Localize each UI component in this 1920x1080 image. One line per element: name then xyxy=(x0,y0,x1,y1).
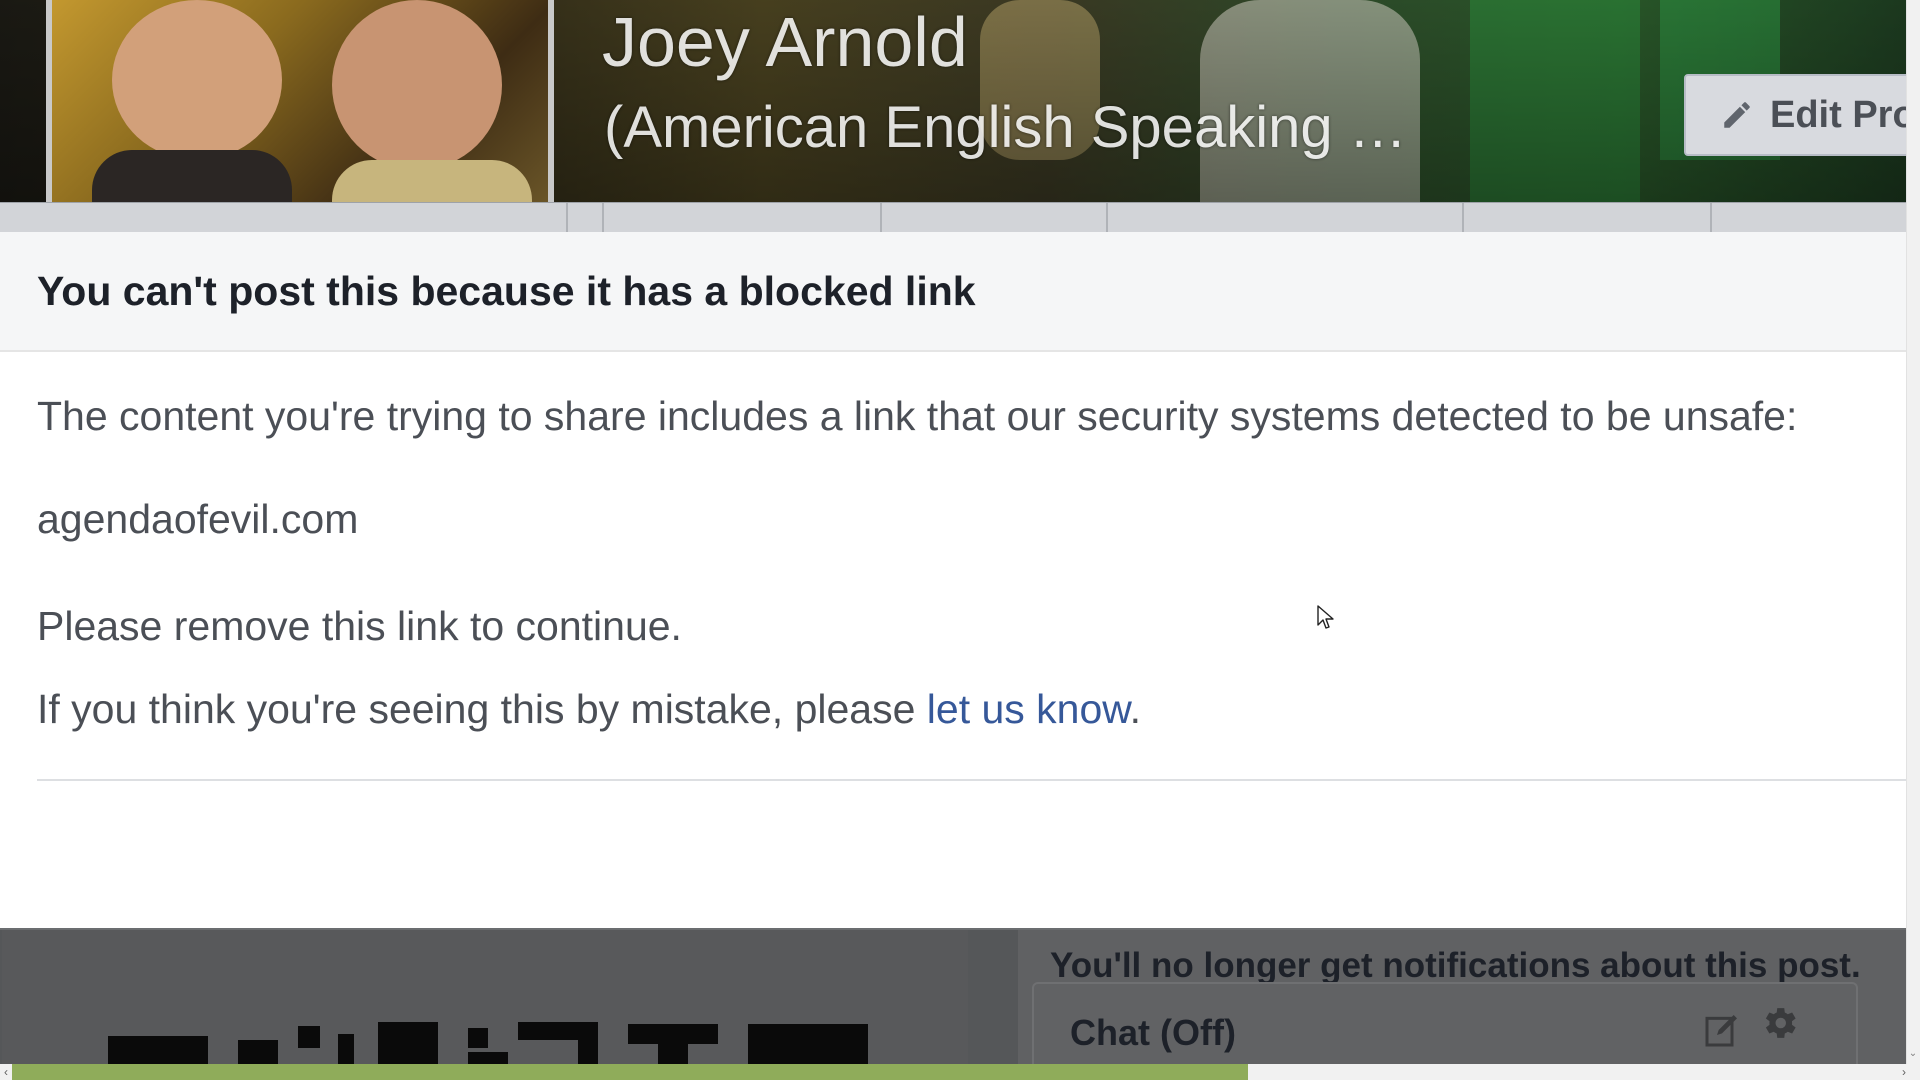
qr-code-image xyxy=(108,1022,868,1066)
horizontal-scroll-thumb[interactable] xyxy=(12,1064,1248,1080)
scroll-left-arrow[interactable]: ‹ xyxy=(0,1064,12,1080)
chat-label[interactable]: Chat (Off) xyxy=(1070,1012,1236,1054)
dialog-instruction: Please remove this link to continue. xyxy=(37,603,682,649)
page-background: You'll no longer get notifications about… xyxy=(0,928,1906,1066)
pencil-icon xyxy=(1724,102,1750,128)
profile-nav-strip xyxy=(0,202,1906,233)
notification-message: You'll no longer get notifications about… xyxy=(1050,946,1861,985)
dialog-mistake-text: If you think you're seeing this by mista… xyxy=(37,689,1869,730)
blocked-link-dialog: You can't post this because it has a blo… xyxy=(0,232,1906,928)
mouse-cursor-icon xyxy=(1317,605,1334,629)
edit-profile-button[interactable]: Edit Pro xyxy=(1684,74,1906,156)
edit-profile-label: Edit Pro xyxy=(1770,93,1906,136)
dialog-intro-text: The content you're trying to share inclu… xyxy=(37,393,1798,439)
dialog-header: You can't post this because it has a blo… xyxy=(0,232,1906,352)
profile-picture[interactable] xyxy=(46,0,554,232)
gear-icon[interactable] xyxy=(1758,1002,1800,1044)
compose-icon[interactable] xyxy=(1702,1010,1742,1050)
vertical-scrollbar[interactable] xyxy=(1906,0,1920,1064)
profile-name[interactable]: Joey Arnold xyxy=(602,2,968,82)
notifications-panel: You'll no longer get notifications about… xyxy=(1018,930,1906,1066)
blocked-domain: agendaofevil.com xyxy=(37,496,359,542)
scroll-right-arrow[interactable]: › xyxy=(1898,1064,1910,1080)
dialog-divider xyxy=(37,779,1906,781)
post-image-panel xyxy=(2,930,968,1066)
let-us-know-link[interactable]: let us know xyxy=(927,686,1130,732)
horizontal-scrollbar[interactable]: ‹ › xyxy=(0,1064,1920,1080)
profile-subtitle: (American English Speaking … xyxy=(604,95,1407,160)
mistake-suffix: . xyxy=(1129,686,1142,732)
scroll-down-arrow[interactable]: ⌄ xyxy=(1906,1046,1920,1062)
mistake-prefix: If you think you're seeing this by mista… xyxy=(37,686,927,732)
dialog-body: The content you're trying to share inclu… xyxy=(0,352,1906,730)
dialog-title: You can't post this because it has a blo… xyxy=(37,267,976,314)
chat-bar[interactable]: Chat (Off) xyxy=(1032,982,1858,1066)
